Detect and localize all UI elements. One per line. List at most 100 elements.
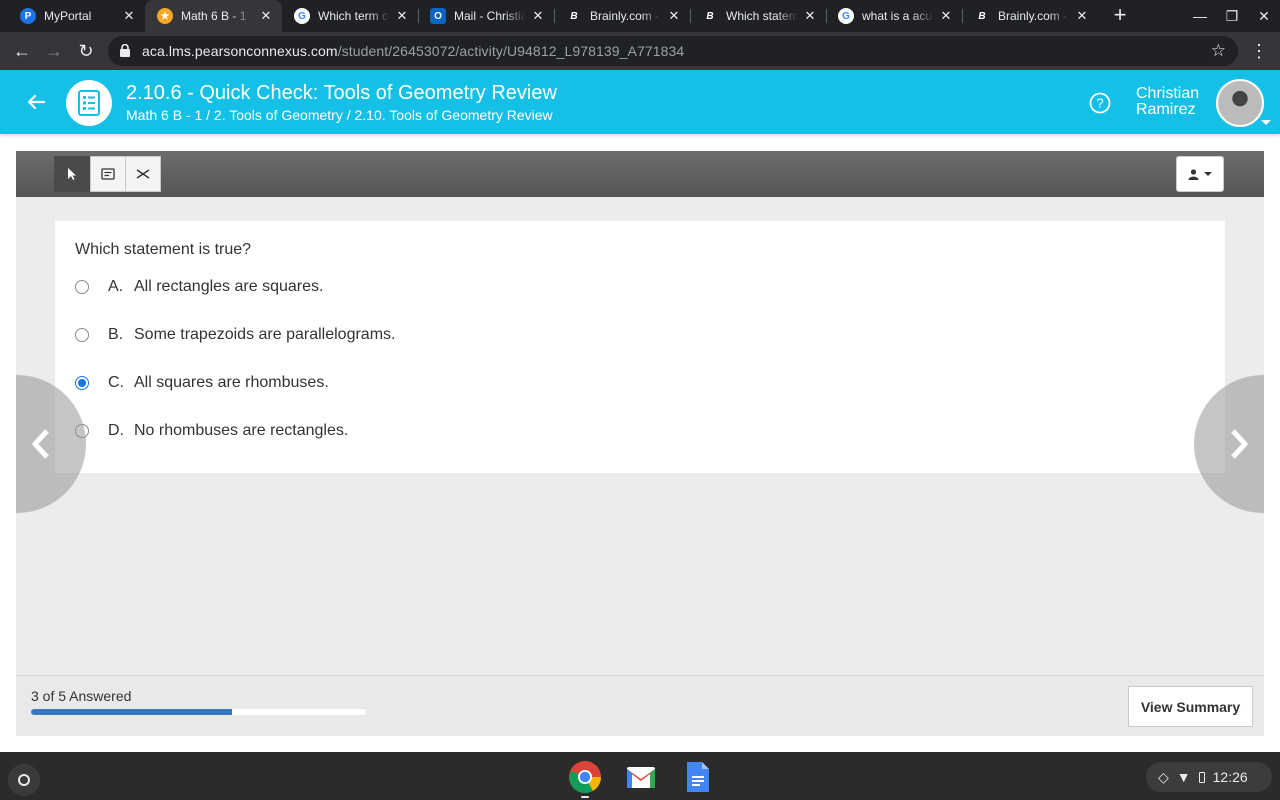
radio-button-b[interactable] [75,328,89,342]
tool-bar [16,151,1264,197]
activity-frame: Which statement is true? A. All rectangl… [16,151,1264,736]
tab-title: Brainly.com - [998,9,1068,23]
tab-title: Brainly.com - [590,9,660,23]
brainly-icon: B [570,10,578,22]
launcher-button[interactable] [8,764,40,796]
avatar[interactable] [1216,79,1264,127]
user-first-name: Christian [1136,85,1200,102]
outlook-icon: O [430,8,446,24]
reload-icon[interactable]: ↻ [73,38,99,64]
option-text: No rhombuses are rectangles. [134,422,349,439]
minimize-icon[interactable]: — [1190,6,1210,26]
answer-option-a[interactable]: A. All rectangles are squares. [75,275,323,299]
close-tab-icon[interactable]: ✕ [258,8,274,24]
svg-text:?: ? [1096,96,1103,111]
browser-tab[interactable]: B Brainly.com - ✕ [554,0,690,32]
brainly-icon: B [978,10,986,22]
progress-fill [31,709,232,715]
question-card: Which statement is true? A. All rectangl… [55,221,1225,473]
browser-tab[interactable]: B Which statement ✕ [690,0,826,32]
browser-tab-active[interactable]: ★ Math 6 B - 1 - Pearson ✕ [145,0,282,32]
stylus-icon: ◇ [1158,768,1169,785]
wifi-icon: ▼ [1176,769,1191,785]
tab-title: Which term c [318,9,389,23]
answer-option-d[interactable]: D. No rhombuses are rectangles. [75,419,348,443]
tab-title: Which statement [726,9,798,23]
new-tab-button[interactable]: + [1108,4,1132,28]
close-tab-icon[interactable]: ✕ [938,8,954,24]
browser-menu-icon[interactable]: ⋮ [1250,38,1268,64]
running-indicator [581,796,589,798]
tab-title: Mail - Christian [454,9,526,23]
browser-tab[interactable]: G what is a acute ✕ [826,0,962,32]
close-tab-icon[interactable]: ✕ [530,8,546,24]
radio-button-a[interactable] [75,280,89,294]
chevron-right-icon [1231,429,1248,459]
browser-toolbar: ← → ↻ aca.lms.pearsonconnexus.com/studen… [0,32,1280,70]
question-prompt: Which statement is true? [75,241,252,258]
close-tab-icon[interactable]: ✕ [121,8,137,24]
pointer-tool-button[interactable] [54,156,90,192]
option-letter: D. [108,422,124,439]
back-arrow-icon[interactable] [24,90,48,114]
gmail-icon[interactable] [624,760,658,794]
chevron-down-icon[interactable] [1261,120,1271,125]
person-icon [1188,168,1199,180]
progress-footer: 3 of 5 Answered View Summary [16,675,1264,736]
close-tab-icon[interactable]: ✕ [666,8,682,24]
bookmark-star-icon[interactable]: ☆ [1211,41,1226,61]
accessibility-menu-button[interactable] [1176,156,1224,192]
chrome-icon[interactable] [568,760,602,794]
note-icon [101,168,115,180]
notes-tool-button[interactable] [90,156,126,192]
launcher-icon [18,774,30,786]
url-host: aca.lms.pearsonconnexus.com [142,43,338,59]
browser-tab[interactable]: G Which term c ✕ [282,0,418,32]
tab-title: Math 6 B - 1 - Pearson [181,9,253,23]
url-path: /student/26453072/activity/U94812_L97813… [337,43,685,59]
tab-title: what is a acute [862,9,934,23]
scissors-icon [136,169,150,179]
browser-tab[interactable]: O Mail - Christian ✕ [418,0,554,32]
help-icon[interactable]: ? [1089,92,1111,114]
eliminator-tool-button[interactable] [125,156,161,192]
answer-option-c[interactable]: C. All squares are rhombuses. [75,371,329,395]
option-letter: A. [108,278,124,295]
radio-button-c[interactable] [75,376,89,390]
browser-tab[interactable]: P MyPortal ✕ [0,0,145,32]
option-text: Some trapezoids are parallelograms. [134,326,396,343]
tab-title: MyPortal [44,9,92,23]
caret-down-icon [1204,172,1212,176]
status-tray[interactable]: ◇ ▼ 12:26 [1146,762,1272,792]
close-tab-icon[interactable]: ✕ [802,8,818,24]
option-letter: B. [108,326,124,343]
close-tab-icon[interactable]: ✕ [1074,8,1090,24]
progress-bar [31,709,366,715]
cursor-icon [68,168,76,180]
os-shelf: ◇ ▼ 12:26 [0,752,1280,800]
restore-icon[interactable]: ❐ [1222,6,1242,26]
option-text: All rectangles are squares. [134,278,324,295]
option-text: All squares are rhombuses. [134,374,329,391]
battery-icon [1198,771,1205,783]
docs-icon[interactable] [681,760,715,794]
browser-tab[interactable]: B Brainly.com - ✕ [962,0,1098,32]
close-window-icon[interactable]: ✕ [1254,6,1274,26]
user-name[interactable]: Christian Ramirez [1136,86,1199,118]
address-bar[interactable]: aca.lms.pearsonconnexus.com/student/2645… [108,36,1238,66]
forward-icon[interactable]: → [41,38,67,64]
brainly-icon: B [706,10,714,22]
checklist-icon [66,80,112,126]
pearson-icon: ★ [157,8,173,24]
url-text: aca.lms.pearsonconnexus.com/student/2645… [142,43,684,59]
view-summary-button[interactable]: View Summary [1128,686,1253,727]
lock-icon [120,44,130,57]
activity-header: 2.10.6 - Quick Check: Tools of Geometry … [0,70,1280,134]
clock: 12:26 [1212,769,1248,785]
google-icon: G [294,8,310,24]
option-letter: C. [108,374,124,391]
answer-option-b[interactable]: B. Some trapezoids are parallelograms. [75,323,395,347]
close-tab-icon[interactable]: ✕ [394,8,410,24]
answered-count: 3 of 5 Answered [31,688,132,704]
back-icon[interactable]: ← [9,38,35,64]
